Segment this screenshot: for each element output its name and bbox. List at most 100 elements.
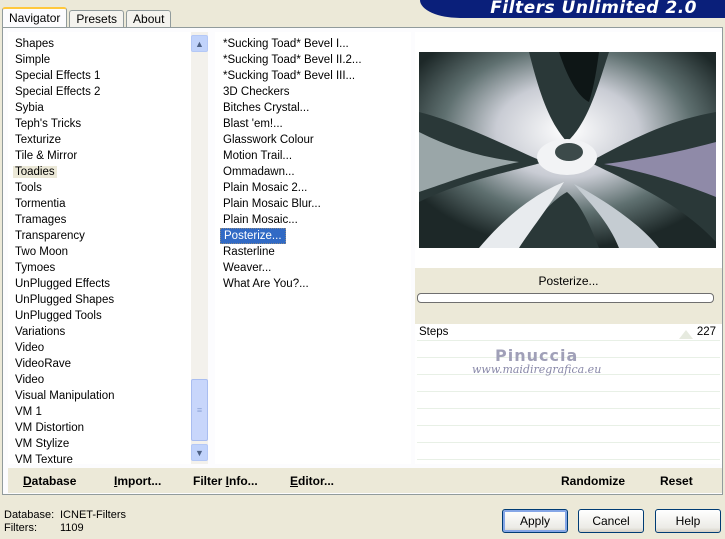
category-item-label: UnPlugged Shapes <box>15 294 115 306</box>
tab-presets[interactable]: Presets <box>69 10 125 27</box>
category-item-label: Two Moon <box>15 246 69 258</box>
category-item-label: Shapes <box>15 38 55 50</box>
filter-item-label: Bitches Crystal... <box>223 102 310 114</box>
filter-item-label: Rasterline <box>223 246 275 258</box>
filter-item[interactable]: Bitches Crystal... <box>215 100 411 116</box>
randomize-button[interactable]: Randomize <box>561 474 625 488</box>
filter-item[interactable]: Weaver... <box>215 260 411 276</box>
filter-item[interactable]: Blast 'em!... <box>215 116 411 132</box>
filter-title-box: Posterize... <box>415 268 722 324</box>
category-item[interactable]: Video <box>8 340 208 356</box>
category-item[interactable]: UnPlugged Effects <box>8 276 208 292</box>
cancel-button[interactable]: Cancel <box>578 509 644 533</box>
banner-title: Filters Unlimited 2.0 <box>490 0 697 18</box>
category-item-label: Tramages <box>15 214 67 226</box>
slider-handle-icon[interactable] <box>679 330 693 339</box>
param-row-empty <box>417 358 720 375</box>
category-item-label: Tymoes <box>15 262 56 274</box>
filter-item[interactable]: What Are You?... <box>215 276 411 292</box>
category-item[interactable]: VM Stylize <box>8 436 208 452</box>
filter-item[interactable]: Motion Trail... <box>215 148 411 164</box>
category-item[interactable]: UnPlugged Tools <box>8 308 208 324</box>
reset-button[interactable]: Reset <box>660 474 693 488</box>
scroll-up-button[interactable]: ▲ <box>191 35 208 52</box>
filter-item[interactable]: Glasswork Colour <box>215 132 411 148</box>
category-item-label: Special Effects 1 <box>15 70 101 82</box>
category-item[interactable]: Video <box>8 372 208 388</box>
category-item-label: Toadies <box>13 166 57 178</box>
filter-item-label: 3D Checkers <box>223 86 290 98</box>
filter-item-label: *Sucking Toad* Bevel II.2... <box>223 54 362 66</box>
category-item[interactable]: Tramages <box>8 212 208 228</box>
category-item[interactable]: Tymoes <box>8 260 208 276</box>
filter-item[interactable]: *Sucking Toad* Bevel I... <box>215 36 411 52</box>
category-item[interactable]: Toadies <box>8 164 208 180</box>
parameter-list: Steps 227 Pinuccia www.maidiregrafica.eu <box>417 324 720 464</box>
category-item-label: Video <box>15 342 45 354</box>
tab-navigator[interactable]: Navigator <box>2 7 68 27</box>
category-item-label: Tools <box>15 182 42 194</box>
category-item[interactable]: Tormentia <box>8 196 208 212</box>
filter-item[interactable]: *Sucking Toad* Bevel II.2... <box>215 52 411 68</box>
filter-item-label: Posterize... <box>220 228 286 244</box>
filter-info-button[interactable]: Filter Info... <box>193 474 258 488</box>
category-scrollbar[interactable]: ▲ ≡ ▼ <box>191 32 208 464</box>
filter-item[interactable]: Plain Mosaic 2... <box>215 180 411 196</box>
param-row-empty <box>417 375 720 392</box>
category-item-label: Sybia <box>15 102 44 114</box>
filter-item[interactable]: *Sucking Toad* Bevel III... <box>215 68 411 84</box>
category-item[interactable]: VM Distortion <box>8 420 208 436</box>
category-item[interactable]: Shapes <box>8 36 208 52</box>
category-item[interactable]: VM 1 <box>8 404 208 420</box>
category-item[interactable]: Tools <box>8 180 208 196</box>
param-value[interactable]: 227 <box>697 326 716 338</box>
category-item[interactable]: Sybia <box>8 100 208 116</box>
progress-bar <box>417 293 714 303</box>
filter-item[interactable]: Plain Mosaic Blur... <box>215 196 411 212</box>
category-item[interactable]: Simple <box>8 52 208 68</box>
category-item[interactable]: UnPlugged Shapes <box>8 292 208 308</box>
filter-list-pane: *Sucking Toad* Bevel I... *Sucking Toad* … <box>215 32 411 464</box>
filter-item-label: Plain Mosaic 2... <box>223 182 308 194</box>
filters-count: 1109 <box>60 522 84 534</box>
import-button[interactable]: Import... <box>114 474 161 488</box>
category-item[interactable]: Transparency <box>8 228 208 244</box>
help-button[interactable]: Help <box>655 509 721 533</box>
category-item-label: UnPlugged Tools <box>15 310 102 322</box>
filter-title: Posterize... <box>538 274 599 288</box>
title-banner: Filters Unlimited 2.0 <box>420 0 725 18</box>
database-button[interactable]: Database <box>23 474 76 488</box>
category-list: Shapes Simple Special Effects 1 Special Eff… <box>8 32 208 464</box>
filters-label: Filters: <box>4 522 37 534</box>
filter-item[interactable]: Ommadawn... <box>215 164 411 180</box>
category-item[interactable]: Variations <box>8 324 208 340</box>
preview-image[interactable] <box>419 52 716 248</box>
filter-item[interactable]: Posterize... <box>215 228 411 244</box>
apply-button[interactable]: Apply <box>502 509 568 533</box>
editor-button[interactable]: Editor... <box>290 474 334 488</box>
chevron-down-icon: ▼ <box>195 447 204 458</box>
category-item-label: Tormentia <box>15 198 66 210</box>
param-steps-row[interactable]: Steps 227 <box>417 324 720 341</box>
filter-item[interactable]: Rasterline <box>215 244 411 260</box>
category-item[interactable]: Special Effects 1 <box>8 68 208 84</box>
category-item[interactable]: Two Moon <box>8 244 208 260</box>
scroll-thumb[interactable]: ≡ <box>191 379 208 441</box>
category-item[interactable]: VM Texture <box>8 452 208 464</box>
filter-item[interactable]: Plain Mosaic... <box>215 212 411 228</box>
action-bar: Database Import... Filter Info... Editor… <box>8 468 722 493</box>
category-item-label: Visual Manipulation <box>15 390 115 402</box>
category-item-label: Video <box>15 374 45 386</box>
category-item[interactable]: Tile & Mirror <box>8 148 208 164</box>
category-item[interactable]: Visual Manipulation <box>8 388 208 404</box>
filter-item[interactable]: 3D Checkers <box>215 84 411 100</box>
category-item[interactable]: VideoRave <box>8 356 208 372</box>
category-item[interactable]: Texturize <box>8 132 208 148</box>
category-item[interactable]: Special Effects 2 <box>8 84 208 100</box>
preview-panel: Posterize... Steps 227 Pinuccia www.maid… <box>415 32 722 464</box>
category-item-label: VideoRave <box>15 358 72 370</box>
scroll-down-button[interactable]: ▼ <box>191 444 208 461</box>
category-item[interactable]: Teph's Tricks <box>8 116 208 132</box>
tab-about[interactable]: About <box>126 10 172 27</box>
filter-item-label: What Are You?... <box>223 278 309 290</box>
